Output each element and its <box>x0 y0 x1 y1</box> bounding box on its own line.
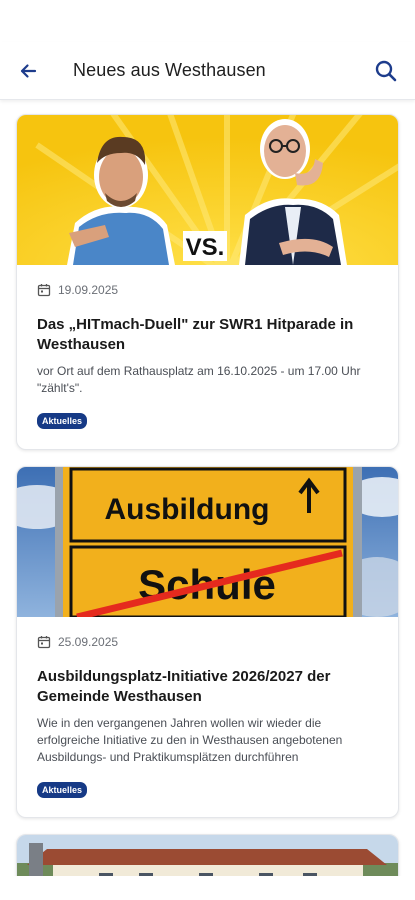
bottom-area <box>0 876 415 900</box>
search-button[interactable] <box>371 56 401 86</box>
news-card[interactable] <box>16 834 399 876</box>
news-image: VS. <box>17 115 398 265</box>
back-button[interactable] <box>14 57 42 85</box>
news-title[interactable]: Ausbildungsplatz-Initiative 2026/2027 de… <box>37 667 378 707</box>
status-bar <box>0 0 415 42</box>
date-row: 25.09.2025 <box>37 633 378 651</box>
category-badge: Aktuelles <box>37 413 88 429</box>
vs-text: VS. <box>186 234 225 261</box>
news-image <box>17 835 398 876</box>
news-excerpt: vor Ort auf dem Rathausplatz am 16.10.20… <box>37 364 361 395</box>
news-card[interactable]: VS. 19.09.2025 Das „HITmach-Duell" zur S… <box>16 114 399 450</box>
news-image: Ausbildung Schule <box>17 467 398 617</box>
news-excerpt: Wie in den vergangenen Jahren wollen wir… <box>37 716 343 764</box>
calendar-icon <box>37 636 51 649</box>
news-card[interactable]: Ausbildung Schule 25.09.2025 Ausbildungs… <box>16 466 399 818</box>
news-date: 19.09.2025 <box>58 283 119 297</box>
news-title[interactable]: Das „HITmach-Duell" zur SWR1 Hitparade i… <box>37 315 378 355</box>
sign-top-text: Ausbildung <box>105 493 270 526</box>
news-list[interactable]: VS. 19.09.2025 Das „HITmach-Duell" zur S… <box>0 101 415 876</box>
category-badge: Aktuelles <box>37 782 88 798</box>
page-title: Neues aus Westhausen <box>73 60 266 80</box>
calendar-icon <box>37 284 51 297</box>
app-bar: Neues aus Westhausen <box>0 42 415 100</box>
arrow-left-icon <box>20 64 37 78</box>
date-row: 19.09.2025 <box>37 281 378 299</box>
news-date: 25.09.2025 <box>58 635 119 649</box>
search-icon <box>375 60 397 82</box>
